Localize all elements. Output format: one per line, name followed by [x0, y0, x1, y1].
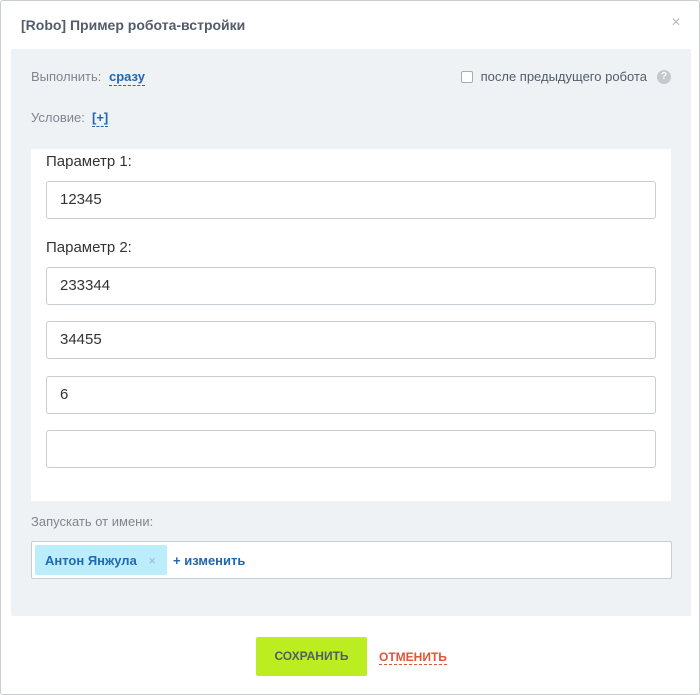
dialog-title: [Robo] Пример робота-встройки [21, 17, 246, 33]
close-icon[interactable]: × [669, 15, 683, 31]
param2-input-2[interactable]: 34455 [46, 321, 656, 359]
after-previous-option[interactable]: после предыдущего робота ? [460, 69, 671, 84]
help-icon[interactable]: ? [657, 69, 671, 84]
save-button[interactable]: СОХРАНИТЬ [256, 637, 367, 676]
change-user-link[interactable]: + изменить [173, 553, 245, 568]
run-label: Выполнить: [31, 69, 102, 84]
user-name: Антон Янжула [45, 552, 137, 568]
after-previous-checkbox[interactable] [460, 70, 473, 83]
param1-label: Параметр 1: [46, 153, 132, 170]
user-chip: Антон Янжула × [35, 545, 167, 575]
run-as-label: Запускать от имени: [31, 514, 154, 529]
run-mode-link[interactable]: сразу [109, 69, 145, 86]
add-condition-link[interactable]: [+] [92, 110, 109, 127]
remove-user-icon[interactable]: × [148, 553, 156, 568]
robot-settings-dialog: [Robo] Пример робота-встройки × Выполнит… [0, 0, 700, 695]
param2-input-3[interactable]: 6 [46, 376, 656, 414]
condition-label: Условие: [31, 110, 85, 125]
settings-panel: Выполнить: сразу после предыдущего робот… [11, 49, 691, 616]
cancel-link[interactable]: ОТМЕНИТЬ [379, 650, 447, 665]
param2-label: Параметр 2: [46, 239, 132, 256]
param1-input[interactable]: 12345 [46, 181, 656, 219]
param2-input-4[interactable] [46, 430, 656, 468]
run-as-field[interactable]: Антон Янжула × + изменить [31, 541, 672, 579]
parameters-section: Параметр 1: 12345 Параметр 2: 233344 344… [31, 149, 671, 501]
param2-input-1[interactable]: 233344 [46, 267, 656, 305]
after-previous-label: после предыдущего робота [480, 69, 647, 84]
